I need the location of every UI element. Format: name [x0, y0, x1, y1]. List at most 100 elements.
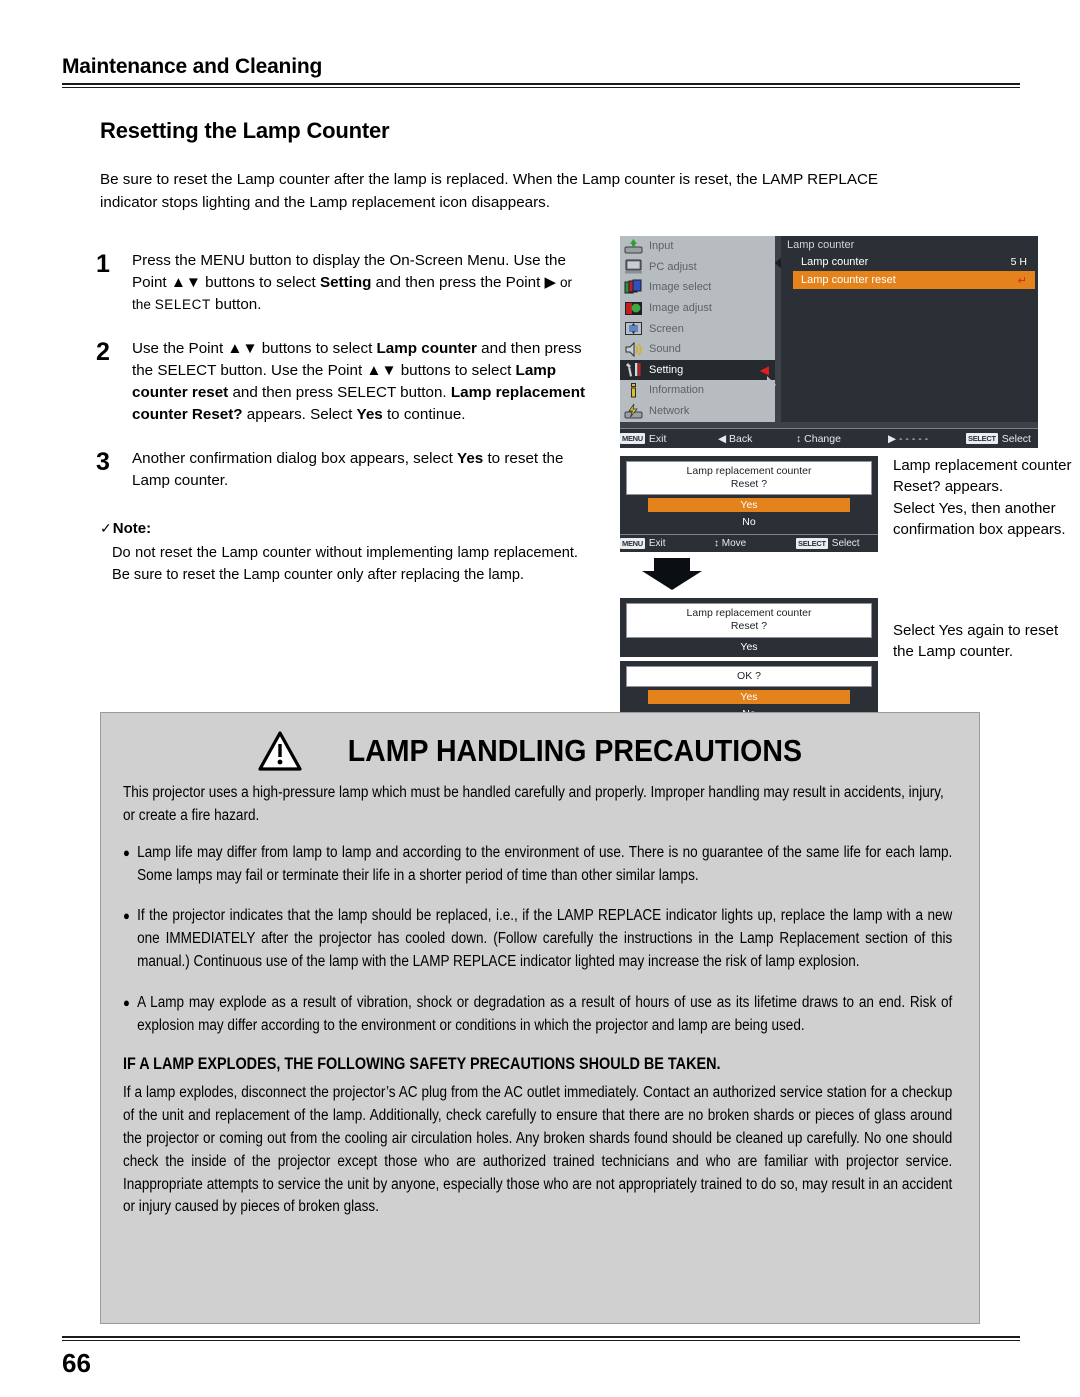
osd-panel-title: Lamp counter	[787, 239, 855, 251]
step-number: 2	[96, 338, 110, 367]
osd-item-lamp-counter[interactable]: Lamp counter 5 H	[793, 253, 1035, 271]
key-badge: SELECT	[796, 538, 828, 550]
network-icon	[624, 403, 643, 420]
annotation-line: Select Yes again to reset	[893, 622, 1059, 639]
osd-sidebar-item-image-select[interactable]: Image select	[620, 277, 775, 298]
key-badge: MENU	[620, 433, 645, 444]
step-item: 2 Use the Point ▲▼ buttons to select Lamp…	[96, 338, 586, 426]
status-bar-label: Select	[1001, 432, 1031, 445]
note-text: Do not reset the Lamp counter without im…	[112, 545, 578, 583]
osd-dialog-confirm: Lamp replacement counter Reset ? Yes	[620, 598, 878, 657]
osd-sidebar-item-label: PC adjust	[649, 260, 697, 273]
warning-triangle-icon	[258, 731, 302, 771]
pc-adjust-icon	[624, 258, 643, 275]
dialog1-status-bar: MENU Exit ↕ Move SELECT Select	[620, 534, 878, 553]
bullet-dot-icon: ●	[123, 908, 130, 924]
precaution-paragraph: If a lamp explodes, disconnect the proje…	[123, 1084, 953, 1216]
dialog2-answer: Yes	[740, 640, 758, 653]
osd-sidebar-pointer	[767, 376, 776, 394]
check-icon: ✓	[100, 520, 112, 536]
chevron-left-icon: ◀	[759, 362, 769, 377]
step-text: Use the Point ▲▼ buttons to select Lamp …	[132, 340, 586, 424]
dialog1-yes-option[interactable]: Yes	[648, 498, 850, 513]
precaution-lead: This projector uses a high-pressure lamp…	[123, 784, 944, 825]
dialog1-message: Lamp replacement counter Reset ?	[626, 461, 872, 496]
precaution-bullet-text: Lamp life may differ from lamp to lamp a…	[137, 843, 953, 884]
precaution-bullet-list: ● Lamp life may differ from lamp to lamp …	[123, 842, 957, 1038]
precaution-bullet-text: If the projector indicates that the lamp…	[137, 907, 953, 970]
steps-list: 1 Press the MENU button to display the On…	[96, 250, 586, 514]
status-bar-segment: ↕ Change	[796, 433, 888, 445]
information-icon	[624, 382, 643, 399]
status-bar-segment: SELECTSelect	[966, 433, 1038, 445]
page-header: Maintenance and Cleaning	[62, 55, 1020, 89]
osd-item-value: 5 H	[1010, 256, 1027, 268]
osd-sidebar-item-label: Input	[649, 240, 674, 253]
status-bar-label: ↕ Move	[714, 538, 747, 550]
osd-sidebar-item-network[interactable]: Network	[620, 401, 775, 422]
annotation-line: Lamp replacement counter Reset? appears.	[893, 457, 1072, 496]
osd-sidebar-item-label: Image adjust	[649, 302, 712, 315]
dialog1-line2: Reset ?	[730, 478, 768, 491]
precaution-bullet: ● Lamp life may differ from lamp to lamp …	[123, 842, 952, 888]
dialog1-no-option[interactable]: No	[648, 515, 850, 529]
osd-sidebar-item-sound[interactable]: Sound	[620, 339, 775, 360]
osd-item-label: Lamp counter reset	[801, 274, 896, 286]
status-bar-segment: ▶ - - - - -	[888, 433, 966, 445]
input-icon	[624, 238, 643, 255]
key-badge: SELECT	[966, 433, 998, 444]
dialog1-line1: Lamp replacement counter	[686, 465, 812, 477]
osd-sidebar-item-label: Image select	[649, 281, 712, 294]
osd-item-list: Lamp counter 5 H Lamp counter reset ↵	[781, 253, 1038, 289]
osd-sidebar-item-label: Setting	[649, 363, 684, 376]
osd-sidebar-item-label: Sound	[649, 343, 681, 356]
step-text: Press the MENU button to display the On-…	[132, 252, 573, 314]
down-arrow-icon	[642, 558, 702, 591]
osd-sidebar: Input PC adjust Image select Image adjust Sc…	[620, 236, 775, 422]
dialog2-ok-message: OK ?	[626, 665, 872, 687]
step-item: 1 Press the MENU button to display the On…	[96, 250, 586, 316]
lamp-handling-precautions-box: LAMP HANDLING PRECAUTIONS This projector…	[100, 712, 980, 1324]
osd-status-bar: MENU Exit ◀ Back ↕ Change ▶ - - - - - SELECT S…	[620, 428, 1038, 448]
osd-item-label: Lamp counter	[801, 256, 869, 268]
osd-sidebar-item-screen[interactable]: Screen	[620, 318, 775, 339]
osd-sidebar-item-input[interactable]: Input	[620, 236, 775, 257]
step-item: 3 Another confirmation dialog box appears…	[96, 448, 586, 492]
status-bar-label: ↕ Change	[796, 432, 841, 445]
osd-item-value: ↵	[1017, 274, 1027, 287]
step-number: 3	[96, 448, 110, 477]
status-bar-label: Exit	[648, 432, 667, 445]
osd-submenu-panel: Lamp counter Lamp counter 5 H Lamp counter…	[781, 236, 1038, 422]
annotation-line: Select Yes, then another confirmation bo…	[893, 499, 1066, 538]
bullet-dot-icon: ●	[123, 844, 130, 860]
osd-sidebar-item-image-adjust[interactable]: Image adjust	[620, 298, 775, 319]
osd-main-menu: Input PC adjust Image select Image adjust Sc…	[620, 236, 1038, 448]
osd-dialog-reset: Lamp replacement counter Reset ? Yes No …	[620, 456, 878, 553]
precaution-header: LAMP HANDLING PRECAUTIONS	[123, 731, 957, 771]
dialog2-line2: Reset ?	[730, 620, 768, 633]
page-title: Resetting the Lamp Counter	[100, 118, 390, 143]
annotation-second: Select Yes again to reset the Lamp counte…	[893, 620, 1078, 663]
dialog2-yes-option[interactable]: Yes	[648, 689, 850, 704]
note-block: ✓Note: Do not reset the Lamp counter wit…	[100, 520, 578, 587]
image-adjust-icon	[624, 300, 643, 317]
note-heading: ✓Note:	[100, 520, 578, 537]
header-rule	[62, 83, 1020, 89]
osd-sidebar-item-label: Information	[649, 384, 705, 397]
step-number: 1	[96, 250, 110, 278]
note-label: Note:	[112, 520, 152, 537]
osd-sidebar-item-setting[interactable]: Setting ◀	[620, 359, 775, 381]
osd-sidebar-item-label: Network	[649, 405, 690, 418]
step-text: Another confirmation dialog box appears,…	[132, 450, 564, 490]
osd-sidebar-item-label: Screen	[649, 322, 684, 335]
annotation-line: the Lamp counter.	[893, 643, 1014, 661]
status-bar-label: ◀ Back	[718, 432, 753, 445]
osd-sidebar-item-information[interactable]: Information	[620, 380, 775, 401]
screen-icon	[624, 320, 643, 337]
status-bar-segment: SELECTSelect	[796, 538, 876, 550]
precaution-bullet: ● A Lamp may explode as a result of vibra…	[123, 992, 952, 1038]
status-bar-label: Exit	[648, 538, 666, 550]
osd-sidebar-item-pc-adjust[interactable]: PC adjust	[620, 257, 775, 278]
status-bar-segment: MENUExit	[620, 433, 718, 445]
osd-item-lamp-counter-reset[interactable]: Lamp counter reset ↵	[793, 271, 1035, 289]
